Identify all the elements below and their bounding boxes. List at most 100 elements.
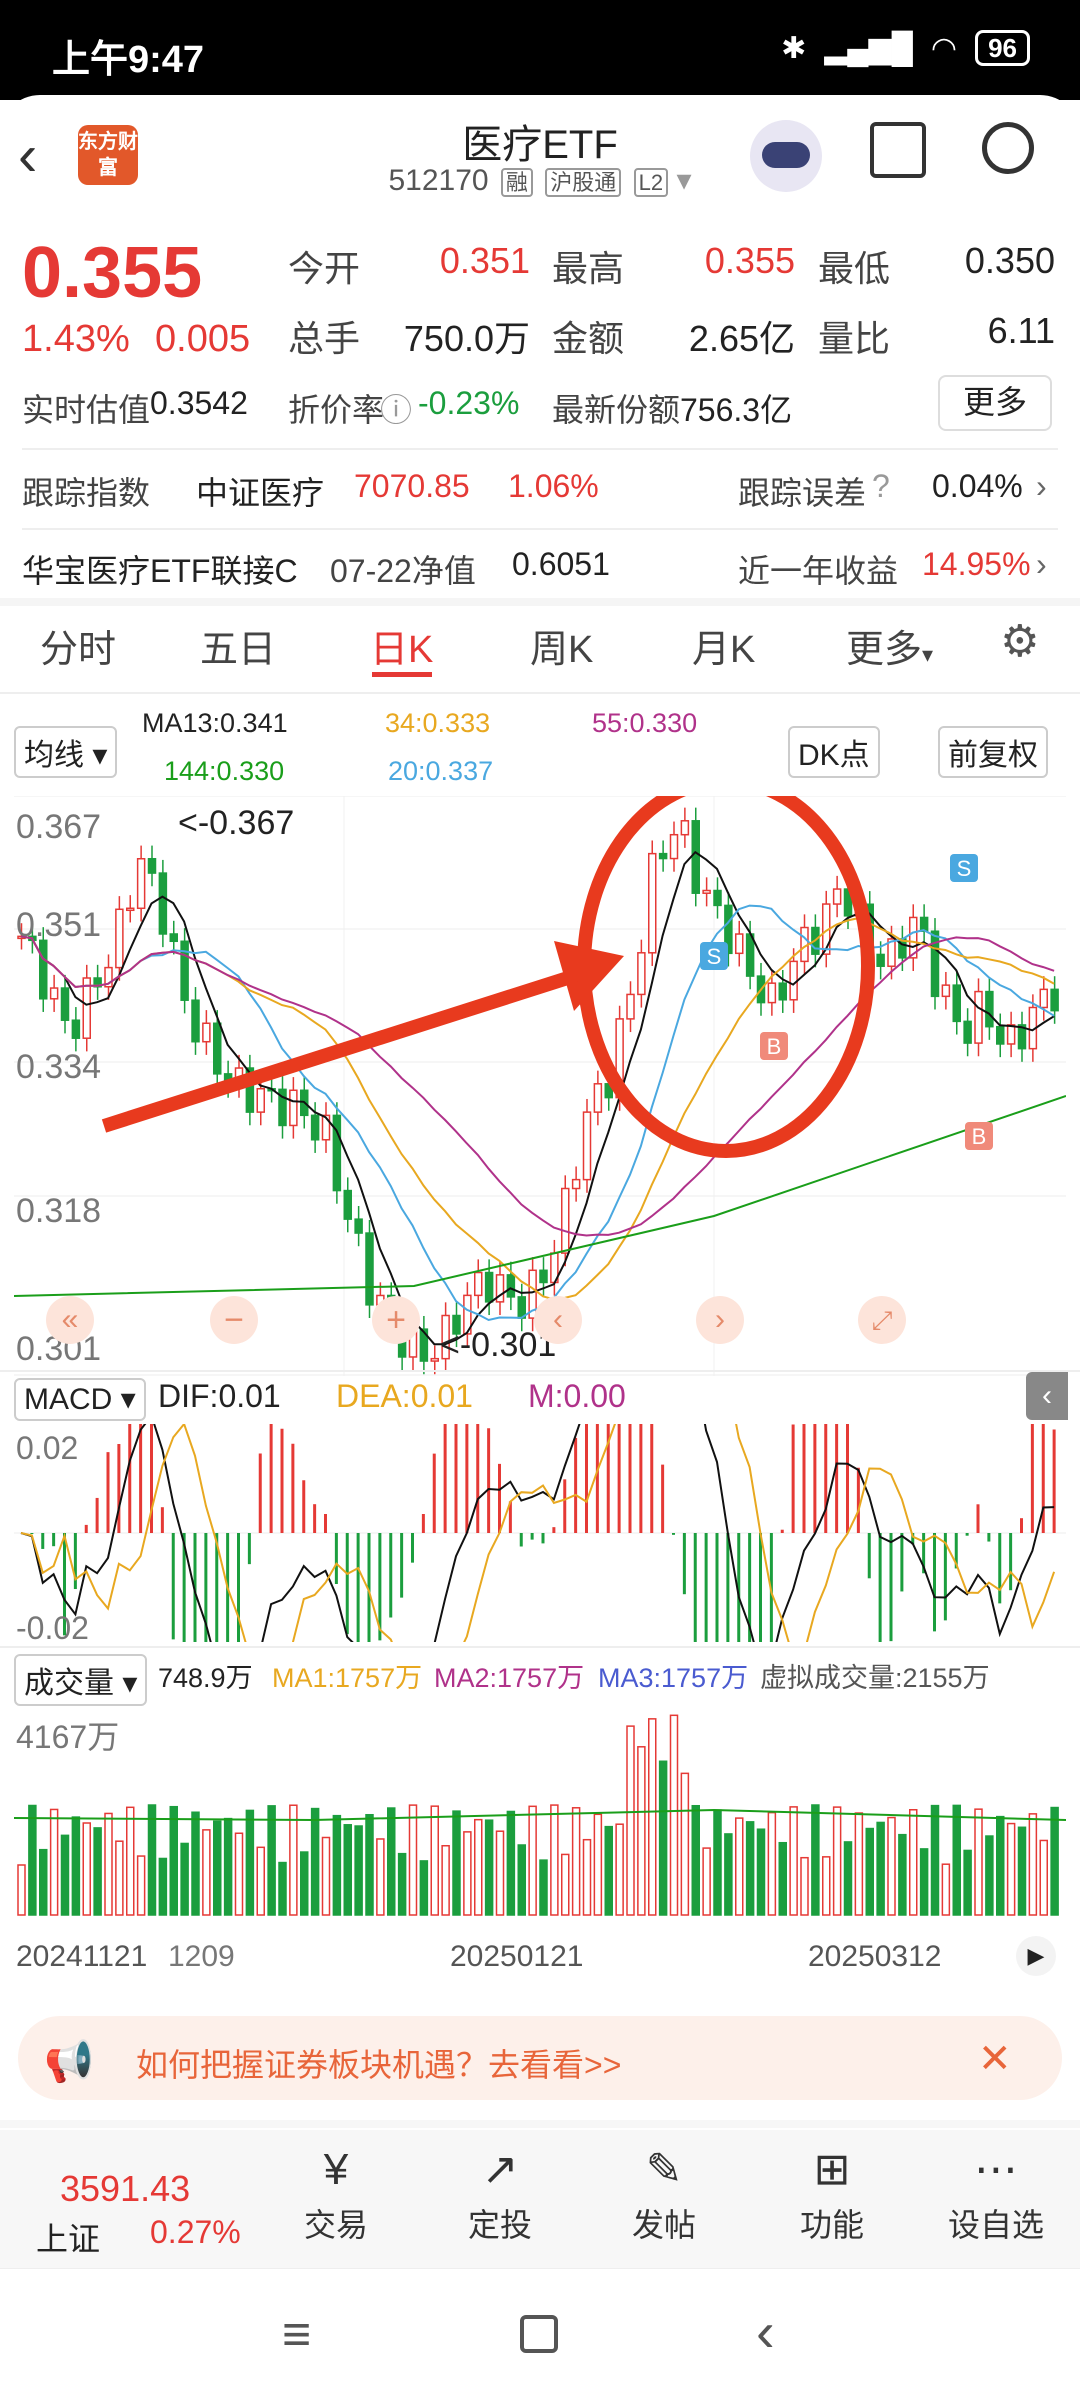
promo-text[interactable]: 如何把握证券板块机遇？去看看>> [136,2040,621,2086]
volume-bar [343,1824,352,1916]
info-icon[interactable]: ⓘ [380,385,412,431]
candle-body [354,1218,363,1234]
volume-bar [430,1805,439,1916]
share-icon[interactable] [870,122,926,178]
collapse-panel-icon[interactable]: ‹ [1026,1372,1068,1420]
volume-bar [680,1772,690,1916]
volume-bar [843,1841,853,1916]
dk-point-button[interactable]: DK点 [788,726,880,778]
candle-body [745,933,755,977]
candle-body [202,1022,211,1043]
index-pct[interactable]: 0.27% [150,2214,241,2251]
menu-icon[interactable]: ≡ [282,2305,311,2363]
nav-invest-label: 定投 [467,2207,532,2243]
candle-body [658,852,668,860]
close-icon[interactable]: ✕ [978,2036,1012,2082]
index-name[interactable]: 上证 [36,2214,100,2260]
zoom-in-icon[interactable]: + [372,1296,420,1344]
premium-label: 折价率 [288,392,385,428]
year-return-value[interactable]: 14.95% [922,546,1031,583]
tracking-error-value[interactable]: 0.04% [932,468,1023,505]
volume-bar [158,1857,168,1916]
adjust-button[interactable]: 前复权 [938,726,1048,778]
chevron-right-icon[interactable]: › [1036,546,1047,583]
nav-functions-label: 功能 [799,2207,864,2243]
vol-ma1: MA1:1757万 [272,1663,423,1693]
volume-bar [724,1833,733,1916]
volume-bar [811,1804,820,1916]
candle-body [626,993,635,1020]
volume-bar [136,1855,146,1916]
nav-post[interactable]: ✎ 发帖 [594,2140,734,2246]
more-button[interactable]: 更多 [938,375,1052,431]
volume-bar [648,1718,657,1916]
vol-tick-top: 4167万 [16,1719,120,1755]
volume-bar [115,1840,124,1916]
tab-more[interactable]: 更多▾ [846,618,933,673]
active-tab-indicator [372,672,432,677]
nav-invest[interactable]: ↗ 定投 [430,2140,570,2246]
search-icon[interactable] [982,122,1034,174]
candle-body [963,1020,972,1044]
section-gap [0,2120,1080,2128]
volume-bar [941,1863,951,1916]
volume-selector-label: 成交量 [24,1667,114,1700]
nav-watchlist[interactable]: ⋯ 设自选 [926,2140,1066,2246]
scroll-left-fast-icon[interactable]: « [46,1296,94,1344]
candle-body [571,1178,581,1190]
candle-body [430,1357,439,1362]
linked-fund-name[interactable]: 华宝医疗ETF联接C [22,546,298,592]
y-tick-3: 0.318 [16,1192,102,1230]
tab-more-label: 更多 [846,629,923,671]
index-value[interactable]: 3591.43 [60,2168,190,2210]
tab-intraday[interactable]: 分时 [40,618,116,673]
vol-value: 748.9万 [158,1663,253,1693]
tab-daily-k[interactable]: 日K [370,618,433,673]
tab-five-day[interactable]: 五日 [200,618,276,673]
help-icon[interactable]: ? [872,468,890,505]
volume-selector[interactable]: 成交量 ▾ [14,1654,148,1706]
divider [0,692,1080,694]
fullscreen-icon[interactable]: ⤢ [858,1296,906,1344]
ma34-label: 34:0.333 [385,708,491,738]
nav-trade[interactable]: ¥ 交易 [266,2140,406,2246]
scroll-left-icon[interactable]: ‹ [534,1296,582,1344]
tab-weekly-k[interactable]: 周K [530,618,593,673]
vol-ma3: MA3:1757万 [598,1663,749,1693]
candle-body [1050,988,1059,1012]
home-icon[interactable] [520,2315,558,2353]
chevron-right-icon[interactable]: › [1036,468,1047,505]
zoom-out-icon[interactable]: − [210,1296,258,1344]
dea-label: DEA:0.01 [336,1378,473,1414]
scroll-right-icon[interactable]: › [696,1296,744,1344]
volume-bar [571,1807,581,1916]
candle-body [637,952,646,996]
volume-bar [1028,1813,1038,1916]
open-value: 0.351 [439,240,530,281]
kline-chart[interactable]: S B S B [14,796,1066,1376]
chevron-down-icon[interactable]: ▾ [676,164,691,197]
edit-icon: ✎ [645,2145,683,2194]
shares-value: 756.3亿 [680,392,793,428]
volume-bar [691,1804,700,1916]
high-value: 0.355 [704,240,795,281]
volume-bar [60,1834,70,1916]
tab-monthly-k[interactable]: 月K [692,618,755,673]
volume-bar [452,1810,461,1916]
ma-selector[interactable]: 均线 ▾ [14,726,118,778]
tracking-index[interactable]: 中证医疗 [196,468,324,514]
volume-bar [408,1804,418,1916]
play-right-icon[interactable]: ▶ [1016,1936,1056,1976]
volume-bar [952,1804,961,1916]
assistant-avatar[interactable] [750,120,822,192]
candle-body [1006,1024,1016,1045]
macd-selector[interactable]: MACD ▾ [14,1378,146,1421]
volume-bar [191,1811,200,1916]
back-nav-icon[interactable]: ‹ [756,2299,775,2364]
nav-functions[interactable]: ⊞ 功能 [762,2140,902,2246]
candle-body [256,1087,265,1113]
settings-gear-icon[interactable]: ⚙ [1000,616,1039,667]
volume-bar [930,1804,940,1916]
vol-ma2: MA2:1757万 [434,1663,585,1693]
volume-bar [582,1838,592,1916]
